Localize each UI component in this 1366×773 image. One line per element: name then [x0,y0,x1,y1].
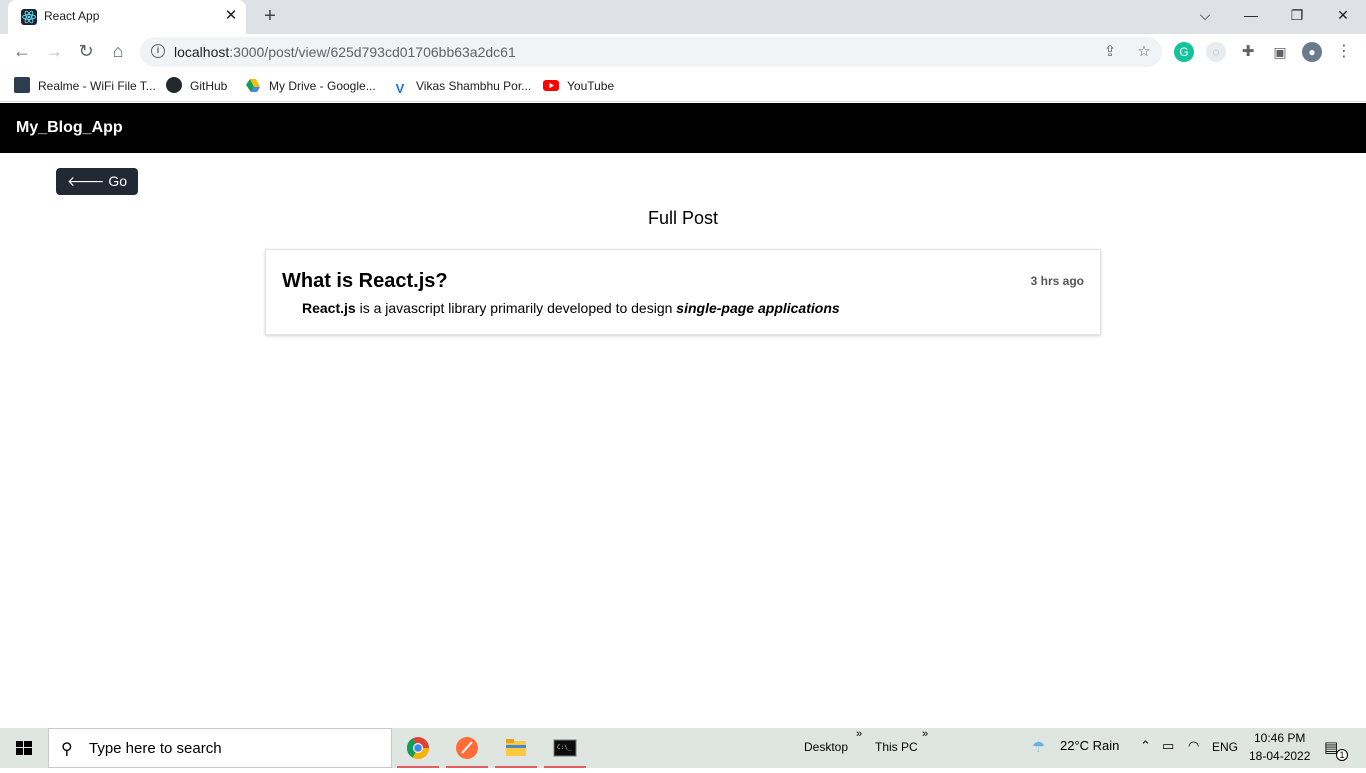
arrow-left-icon: 🡐 [66,173,109,189]
folder-icon [506,739,526,756]
page-title: Full Post [647,208,719,228]
back-button[interactable]: ← [8,37,36,65]
post-body-text: is a javascript library primarily develo… [355,300,677,316]
taskbar-file-explorer[interactable] [493,728,539,768]
bookmark-google-drive[interactable]: My Drive - Google... [245,76,376,96]
react-favicon-icon [21,9,37,25]
tab-title: React App [44,9,100,23]
postman-icon [456,737,478,759]
extensions-puzzle-icon[interactable]: ✚ [1238,42,1258,62]
home-button[interactable]: ⌂ [104,37,132,65]
share-icon[interactable]: ⇪ [1100,42,1120,62]
bookmarks-bar: Realme - WiFi File T... GitHub My Drive … [0,70,1366,102]
tab-search-dropdown-icon[interactable]: ⌵ [1182,0,1228,30]
go-back-button[interactable]: 🡐 Go Back [56,168,138,216]
post-timestamp: 3 hrs ago [1030,274,1084,288]
v-logo-icon: V [395,81,405,96]
browser-tab[interactable]: React App ✕ [8,0,246,34]
extension-circle-icon[interactable]: ◌ [1206,42,1226,62]
restore-button[interactable]: ❐ [1274,0,1320,30]
toolbar-this-pc[interactable]: This PC [875,740,918,754]
post-card: What is React.js? 3 hrs ago React.js is … [265,249,1101,335]
language-indicator[interactable]: ENG [1212,740,1238,754]
url-text[interactable]: localhost:3000/post/view/625d793cd01706b… [174,44,516,60]
svg-text:C:\_: C:\_ [557,744,572,751]
wifi-file-icon [14,77,30,93]
taskbar-postman[interactable] [444,728,490,768]
app-brand[interactable]: My_Blog_App [16,119,123,137]
chrome-icon [407,737,429,759]
bookmark-star-icon[interactable]: ☆ [1134,42,1154,62]
tab-close-icon[interactable]: ✕ [222,7,240,25]
wifi-icon[interactable]: ◠ [1188,738,1199,754]
clock-date[interactable]: 18-04-2022 [1249,749,1310,763]
notification-badge: 1 [1336,749,1348,761]
taskbar-search-box[interactable]: ⚲ Type here to search [48,728,392,768]
bookmark-vikas[interactable]: V Vikas Shambhu Por... [392,76,532,96]
taskbar-chrome[interactable] [395,728,441,768]
profile-avatar[interactable]: ● [1302,42,1322,62]
weather-rain-icon[interactable]: ☂ [1032,738,1045,756]
forward-button[interactable]: → [40,37,68,65]
battery-icon[interactable]: ▭ [1162,738,1174,754]
reload-button[interactable]: ↻ [72,37,100,65]
windows-logo-icon [16,741,32,755]
search-icon: ⚲ [61,741,73,758]
browser-tab-strip: React App ✕ + ⌵ — ❐ ✕ [0,0,1366,34]
windows-taskbar: ⚲ Type here to search C:\_ Desktop » Thi… [0,728,1366,768]
desktop-chevron-icon[interactable]: » [856,728,862,740]
grammarly-extension-icon[interactable]: G [1174,42,1194,62]
browser-toolbar: ← → ↻ ⌂ i localhost:3000/post/view/625d7… [0,34,1366,70]
google-drive-icon [245,77,261,93]
windows-start-button[interactable] [0,728,48,768]
taskbar-terminal[interactable]: C:\_ [542,728,588,768]
close-window-button[interactable]: ✕ [1320,0,1366,30]
github-icon [166,77,182,93]
terminal-icon: C:\_ [553,739,577,757]
post-body: React.js is a javascript library primari… [302,300,840,316]
youtube-icon [543,77,559,93]
post-title: What is React.js? [282,270,448,292]
thispc-chevron-icon[interactable]: » [922,728,928,740]
bookmark-github[interactable]: GitHub [166,76,227,96]
browser-menu-icon[interactable]: ⋮ [1334,42,1354,62]
search-placeholder: Type here to search [89,740,222,757]
weather-text[interactable]: 22°C Rain [1060,738,1119,753]
site-info-icon[interactable]: i [151,44,165,58]
address-bar[interactable]: i localhost:3000/post/view/625d793cd0170… [140,37,1162,67]
app-navbar: My_Blog_App [0,103,1366,153]
minimize-button[interactable]: — [1228,0,1274,30]
show-hidden-icons-icon[interactable]: ⌃ [1140,738,1151,754]
bookmark-realme[interactable]: Realme - WiFi File T... [14,76,156,96]
clock-time[interactable]: 10:46 PM [1254,731,1305,745]
toolbar-desktop[interactable]: Desktop [804,740,848,754]
side-panel-icon[interactable]: ▣ [1270,42,1290,62]
post-body-emphasis: single-page applications [676,300,840,316]
bookmark-youtube[interactable]: YouTube [543,76,614,96]
new-tab-button[interactable]: + [259,5,281,27]
post-body-strong: React.js [302,300,356,316]
